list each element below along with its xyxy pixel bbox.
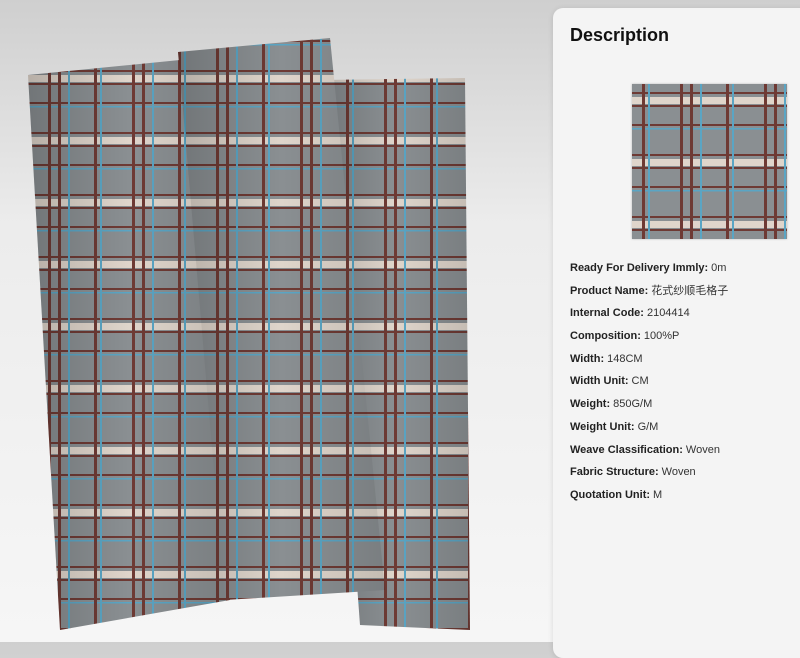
spec-label: Fabric Structure: <box>570 466 659 479</box>
spec-label: Composition: <box>570 330 641 343</box>
description-panel: Description Ready For Delivery Immly: 0m … <box>553 8 800 658</box>
spec-label: Internal Code: <box>570 307 644 320</box>
description-title: Description <box>570 25 670 45</box>
spec-weight-unit: Weight Unit: G/M <box>570 416 800 439</box>
spec-value: Woven <box>661 466 696 479</box>
spec-width: Width: 148CM <box>570 348 800 371</box>
spec-weave-classification: Weave Classification: Woven <box>570 439 800 462</box>
spec-value: 2104414 <box>646 307 690 320</box>
spec-quotation-unit: Quotation Unit: M <box>570 484 800 507</box>
spec-width-unit: Width Unit: CM <box>570 370 800 393</box>
spec-fabric-structure: Fabric Structure: Woven <box>570 461 800 484</box>
spec-label: Width: <box>570 352 605 365</box>
spec-ready-for-delivery: Ready For Delivery Immly: 0m <box>570 257 800 280</box>
spec-label: Weave Classification: <box>570 443 683 456</box>
spec-value: 148CM <box>607 352 643 365</box>
spec-label: Ready For Delivery Immly: <box>570 262 709 274</box>
spec-label: Weight: <box>570 398 611 411</box>
spec-weight: Weight: 850G/M <box>570 393 800 416</box>
spec-value: 花式纱顺毛格子 <box>651 284 729 297</box>
spec-label: Weight Unit: <box>570 420 635 433</box>
spec-label: Product Name: <box>570 284 649 297</box>
spec-internal-code: Internal Code: 2104414 <box>570 302 800 325</box>
spec-value: 0m <box>711 262 727 274</box>
spec-list: Ready For Delivery Immly: 0m Product Name… <box>570 257 800 507</box>
spec-value: CM <box>631 375 649 388</box>
spec-value: M <box>653 488 663 501</box>
spec-composition: Composition: 100%P <box>570 325 800 348</box>
spec-value: G/M <box>637 420 659 433</box>
spec-product-name: Product Name: 花式纱顺毛格子 <box>570 280 800 303</box>
spec-label: Quotation Unit: <box>570 488 651 501</box>
spec-label: Width Unit: <box>570 375 629 388</box>
fabric-swatch-thumbnail[interactable] <box>632 84 787 239</box>
spec-value: 850G/M <box>613 398 653 411</box>
spec-value: 100%P <box>643 330 680 343</box>
spec-value: Woven <box>685 443 720 456</box>
